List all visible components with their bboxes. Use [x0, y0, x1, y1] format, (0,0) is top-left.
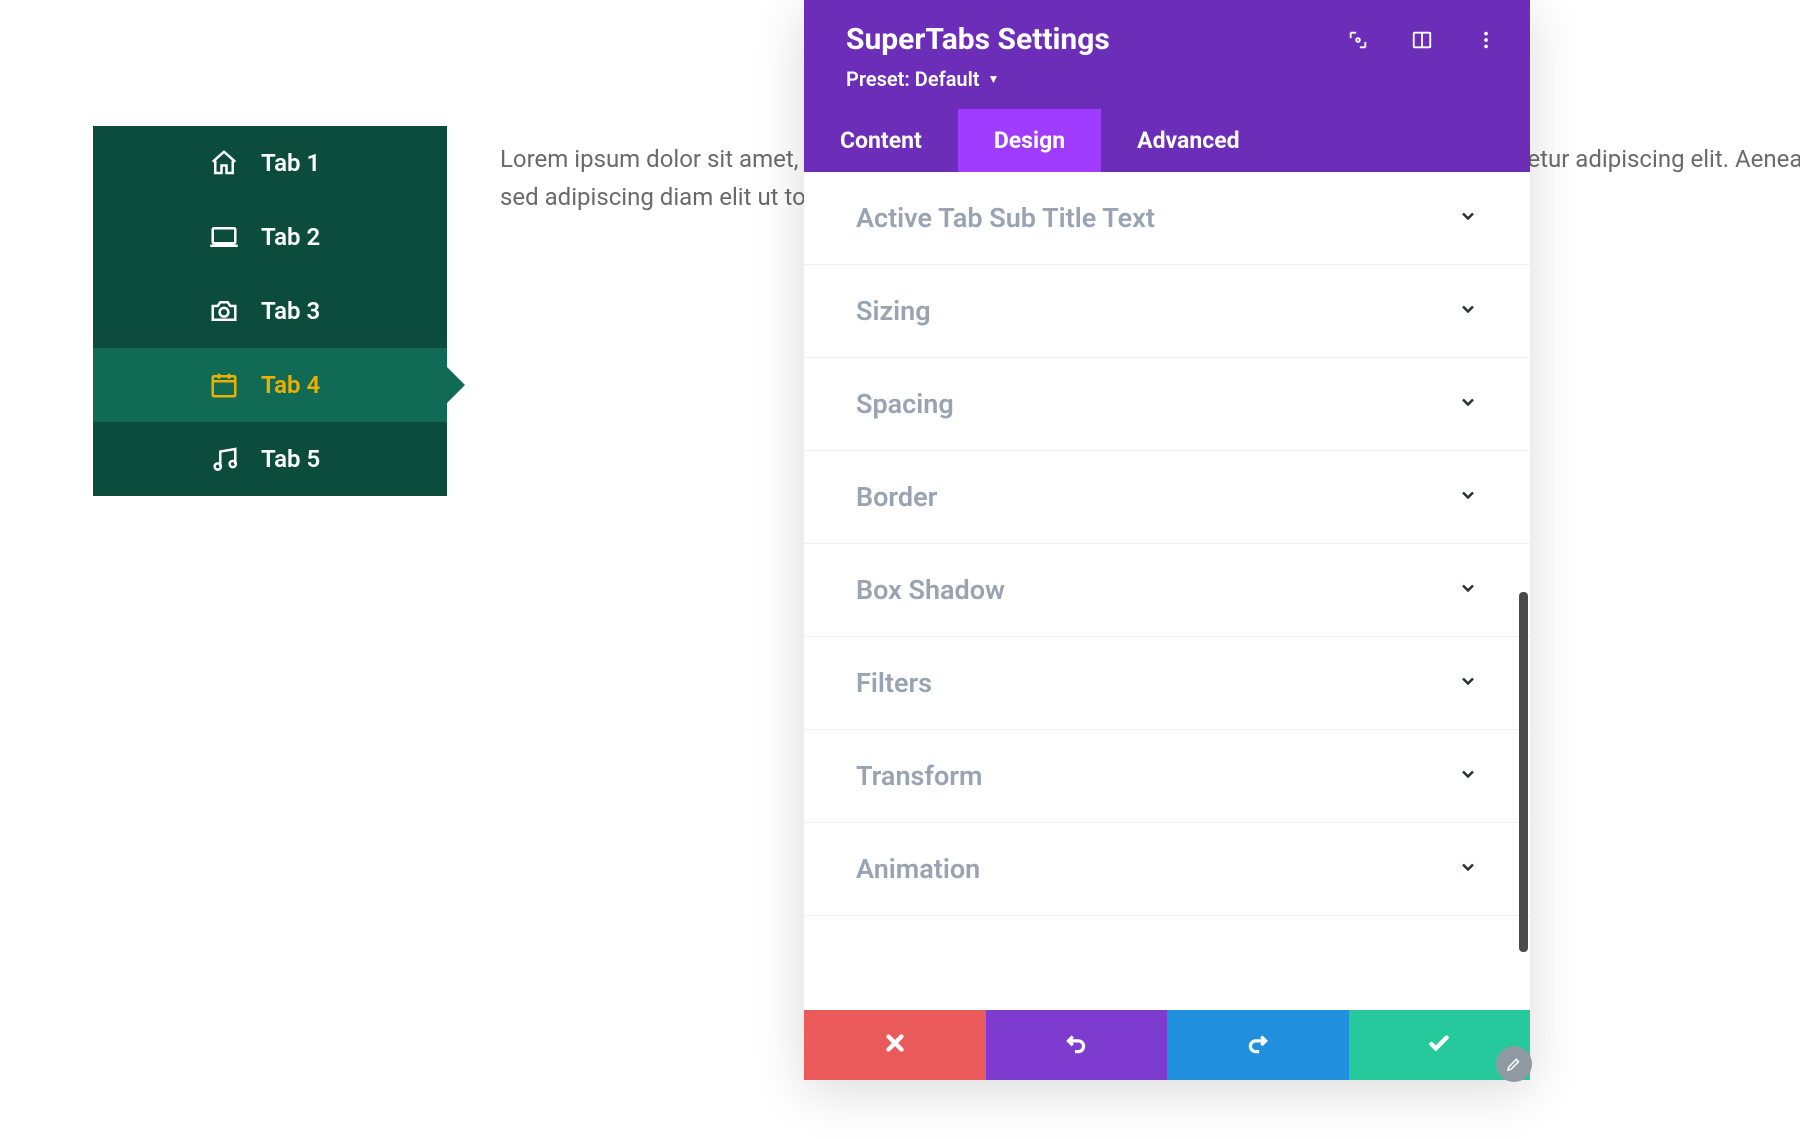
- section-sizing[interactable]: Sizing: [804, 265, 1530, 358]
- scrollbar-thumb[interactable]: [1519, 592, 1528, 952]
- section-label: Animation: [856, 853, 980, 885]
- tab-design[interactable]: Design: [958, 109, 1101, 172]
- sidebar-tab-4[interactable]: Tab 4: [93, 348, 447, 422]
- calendar-icon: [209, 370, 239, 400]
- tab-label: Content: [840, 127, 922, 154]
- chevron-down-icon: [1458, 392, 1478, 416]
- close-icon: [882, 1030, 908, 1060]
- vertical-tab-list: Tab 1 Tab 2 Tab 3 Tab 4 Tab 5: [93, 126, 447, 496]
- section-label: Sizing: [856, 295, 931, 327]
- section-transform[interactable]: Transform: [804, 730, 1530, 823]
- laptop-icon: [209, 222, 239, 252]
- sidebar-tab-1[interactable]: Tab 1: [93, 126, 447, 200]
- sidebar-tab-3[interactable]: Tab 3: [93, 274, 447, 348]
- section-label: Box Shadow: [856, 574, 1005, 606]
- section-label: Transform: [856, 760, 982, 792]
- chevron-down-icon: [1458, 299, 1478, 323]
- sidebar-tab-5[interactable]: Tab 5: [93, 422, 447, 496]
- tab-label: Advanced: [1137, 127, 1239, 154]
- section-label: Active Tab Sub Title Text: [856, 202, 1155, 234]
- check-icon: [1426, 1030, 1452, 1060]
- preset-label: Preset: Default: [846, 67, 980, 91]
- section-filters[interactable]: Filters: [804, 637, 1530, 730]
- modal-body[interactable]: Active Tab Sub Title Text Sizing Spacing…: [804, 172, 1530, 1010]
- chevron-down-icon: [1458, 671, 1478, 695]
- section-label: Filters: [856, 667, 932, 699]
- sidebar-tab-label: Tab 5: [261, 445, 320, 473]
- chevron-down-icon: [1458, 578, 1478, 602]
- undo-icon: [1063, 1030, 1089, 1060]
- chevron-down-icon: [1458, 206, 1478, 230]
- tab-advanced[interactable]: Advanced: [1101, 109, 1275, 172]
- expand-icon[interactable]: [1346, 28, 1370, 52]
- section-spacing[interactable]: Spacing: [804, 358, 1530, 451]
- sidebar-tab-label: Tab 4: [261, 371, 320, 399]
- music-icon: [209, 444, 239, 474]
- section-animation[interactable]: Animation: [804, 823, 1530, 916]
- chevron-down-icon: [1458, 764, 1478, 788]
- preset-dropdown[interactable]: Preset: Default ▼: [846, 67, 999, 91]
- caret-down-icon: ▼: [988, 72, 1000, 86]
- section-label: Spacing: [856, 388, 954, 420]
- redo-icon: [1245, 1030, 1271, 1060]
- camera-icon: [209, 296, 239, 326]
- sidebar-tab-label: Tab 1: [261, 149, 320, 177]
- modal-header-actions: [1346, 28, 1498, 52]
- modal-tab-bar: Content Design Advanced: [804, 109, 1530, 172]
- sidebar-tab-label: Tab 2: [261, 223, 320, 251]
- responsive-view-icon[interactable]: [1410, 28, 1434, 52]
- sidebar-tab-2[interactable]: Tab 2: [93, 200, 447, 274]
- section-label: Border: [856, 481, 937, 513]
- undo-button[interactable]: [986, 1010, 1168, 1080]
- help-tool-button[interactable]: [1496, 1046, 1532, 1082]
- settings-modal: SuperTabs Settings Preset: Default ▼ Con…: [804, 0, 1530, 1080]
- section-active-tab-subtitle-text[interactable]: Active Tab Sub Title Text: [804, 172, 1530, 265]
- modal-header: SuperTabs Settings Preset: Default ▼: [804, 0, 1530, 109]
- home-icon: [209, 148, 239, 178]
- tab-label: Design: [994, 127, 1065, 154]
- chevron-down-icon: [1458, 485, 1478, 509]
- more-options-icon[interactable]: [1474, 28, 1498, 52]
- cancel-button[interactable]: [804, 1010, 986, 1080]
- redo-button[interactable]: [1167, 1010, 1349, 1080]
- tab-content[interactable]: Content: [804, 109, 958, 172]
- section-box-shadow[interactable]: Box Shadow: [804, 544, 1530, 637]
- section-border[interactable]: Border: [804, 451, 1530, 544]
- sidebar-tab-label: Tab 3: [261, 297, 320, 325]
- modal-footer: [804, 1010, 1530, 1080]
- chevron-down-icon: [1458, 857, 1478, 881]
